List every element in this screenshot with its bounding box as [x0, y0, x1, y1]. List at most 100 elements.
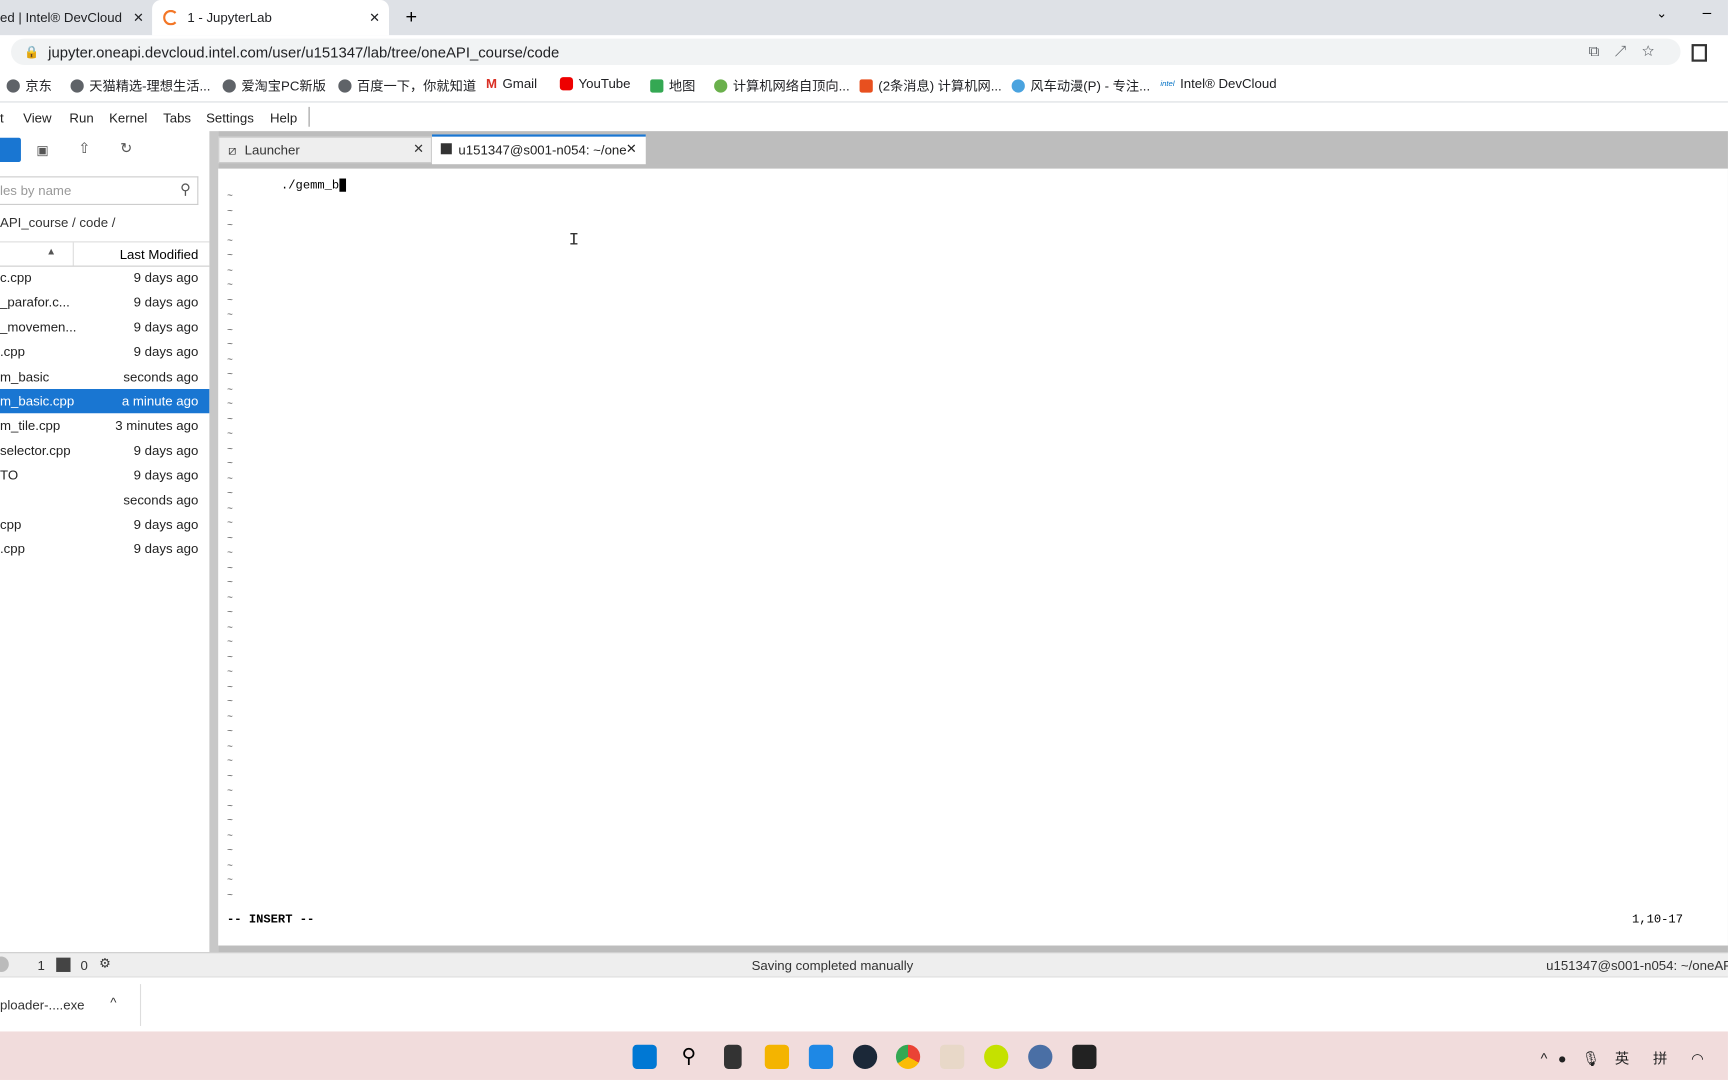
file-modified: seconds ago	[123, 492, 199, 508]
mail-icon[interactable]	[808, 1044, 834, 1069]
ime-mode[interactable]: 拼	[1653, 1050, 1667, 1067]
side-panel-icon[interactable]	[1691, 44, 1707, 62]
bookmark[interactable]: 天猫精选-理想生活...	[70, 76, 210, 95]
vim-empty-line-marker: ~	[227, 681, 233, 693]
browser-tab-devcloud[interactable]: ed | Intel® DevCloud ✕	[0, 0, 149, 35]
search-icon[interactable]: ⚲	[677, 1045, 701, 1069]
file-item[interactable]: seconds ago	[0, 488, 209, 512]
chevron-up-icon[interactable]: ^	[110, 995, 116, 1010]
file-modified: 9 days ago	[133, 294, 199, 311]
file-explorer-icon[interactable]	[764, 1044, 790, 1069]
app-icon[interactable]	[1028, 1044, 1053, 1069]
simple-mode-toggle[interactable]	[0, 956, 9, 972]
vim-empty-line-marker: ~	[227, 190, 233, 202]
translate-share-star-icons[interactable]: ⧉↗☆	[1589, 43, 1670, 61]
bookmark[interactable]: 地图	[650, 76, 695, 95]
download-item[interactable]: ploader-....exe	[0, 997, 85, 1012]
file-item[interactable]: cpp 9 days ago	[0, 512, 209, 536]
file-list-header: ▲ Last Modified	[0, 241, 210, 267]
upload-icon[interactable]: ⇧	[78, 140, 90, 158]
file-item[interactable]: .cpp 9 days ago	[0, 537, 209, 561]
vim-empty-line-marker: ~	[227, 458, 233, 470]
file-name: _movemen...	[0, 319, 77, 335]
file-item[interactable]: _movemen... 9 days ago	[0, 315, 209, 339]
steam-icon[interactable]	[852, 1044, 878, 1069]
menu-edit[interactable]: t	[0, 110, 4, 125]
tab-search-icon[interactable]: ⌄	[1656, 6, 1667, 21]
vim-empty-line-marker: ~	[227, 666, 233, 678]
address-bar[interactable]: 🔒 jupyter.oneapi.devcloud.intel.com/user…	[11, 38, 1681, 66]
tab-terminal[interactable]: u151347@s001-n054: ~/one ✕	[431, 134, 646, 165]
file-item[interactable]: m_basic.cpp a minute ago	[0, 389, 210, 414]
close-icon[interactable]: ✕	[626, 141, 637, 156]
vim-empty-line-marker: ~	[227, 577, 233, 589]
file-item[interactable]: .cpp 9 days ago	[0, 340, 209, 364]
wifi-icon[interactable]: ◠	[1691, 1050, 1704, 1067]
vim-empty-line-marker: ~	[227, 726, 233, 738]
text-cursor-icon: I	[568, 230, 580, 251]
bookmark[interactable]: 风车动漫(P) - 专注...	[1011, 76, 1150, 95]
file-item[interactable]: _parafor.c... 9 days ago	[0, 290, 209, 314]
file-item[interactable]: selector.cpp 9 days ago	[0, 438, 209, 462]
tab-launcher[interactable]: ⧄ Launcher ✕	[218, 136, 432, 164]
bookmark[interactable]: 计算机网络自顶向...	[714, 76, 850, 95]
panel-splitter[interactable]	[209, 131, 219, 953]
file-search-input[interactable]: les by name ⚲	[0, 176, 199, 205]
browser-tab-jupyterlab[interactable]: 1 - JupyterLab ✕	[152, 0, 390, 36]
new-folder-icon[interactable]: ▣	[36, 142, 49, 157]
close-icon[interactable]: ✕	[369, 10, 380, 25]
menu-view[interactable]: View	[23, 110, 51, 125]
file-modified: seconds ago	[123, 368, 199, 385]
bookmark[interactable]: M Gmail	[486, 76, 537, 91]
file-name: m_basic.cpp	[0, 393, 75, 409]
game-icon[interactable]	[940, 1044, 965, 1069]
vim-empty-line-marker: ~	[227, 889, 233, 901]
bookmark[interactable]: YouTube	[559, 76, 631, 91]
file-item[interactable]: m_tile.cpp 3 minutes ago	[0, 414, 209, 438]
wps-icon[interactable]	[1072, 1044, 1097, 1069]
vim-empty-line-marker: ~	[227, 309, 233, 321]
task-view-icon[interactable]	[724, 1044, 742, 1069]
chevron-up-icon[interactable]: ^	[1541, 1050, 1548, 1067]
sort-ascending-icon[interactable]: ▲	[46, 246, 56, 257]
bookmark[interactable]: 百度一下，你就知道	[338, 76, 476, 95]
menu-kernel[interactable]: Kernel	[109, 110, 147, 125]
terminal-vim[interactable]: ./gemm_b ~ ~ ~ ~ ~ ~ ~ ~ ~ ~ ~ ~ ~ ~ ~ ~ ~ ~ ~ ~ ~ ~ ~ ~ ~ ~ ~ ~ ~ ~ ~…	[218, 168, 1728, 946]
cursor	[339, 178, 346, 192]
column-last-modified[interactable]: Last Modified	[120, 247, 199, 262]
microphone-icon[interactable]: 🎙	[1582, 1050, 1600, 1067]
bookmark[interactable]: 爱淘宝PC新版	[222, 76, 326, 95]
chrome-icon[interactable]	[895, 1044, 921, 1069]
vim-empty-line-marker: ~	[227, 354, 233, 366]
tab-title: ed | Intel® DevCloud	[0, 9, 122, 26]
refresh-icon[interactable]: ↻	[120, 140, 132, 158]
close-icon[interactable]: ✕	[413, 141, 424, 156]
bookmark[interactable]: 京东	[6, 76, 52, 95]
new-tab-button[interactable]: +	[406, 6, 418, 29]
close-icon[interactable]: ✕	[133, 10, 144, 25]
menu-run[interactable]: Run	[69, 110, 93, 125]
breadcrumb[interactable]: API_course / code /	[0, 215, 115, 230]
jupyter-menubar: t View Run Kernel Tabs Settings Help	[0, 102, 1728, 131]
menu-tabs[interactable]: Tabs	[163, 110, 191, 125]
vim-empty-line-marker: ~	[227, 517, 233, 529]
app-icon[interactable]	[984, 1044, 1009, 1069]
vim-empty-line-marker: ~	[227, 696, 233, 708]
file-item[interactable]: TO 9 days ago	[0, 463, 209, 487]
menu-help[interactable]: Help	[270, 110, 297, 125]
ime-language[interactable]: 英	[1615, 1050, 1629, 1067]
menu-settings[interactable]: Settings	[206, 110, 254, 125]
minimize-button[interactable]: –	[1703, 3, 1712, 21]
bookmark[interactable]: intel Intel® DevCloud	[1160, 76, 1276, 91]
bookmark[interactable]: (2条消息) 计算机网...	[859, 76, 1002, 95]
start-icon[interactable]	[632, 1044, 657, 1069]
vim-line: ./gemm_b	[281, 178, 346, 193]
vim-empty-line-marker: ~	[227, 860, 233, 872]
terminal-icon	[440, 143, 452, 155]
new-launcher-button[interactable]	[0, 137, 21, 162]
file-item[interactable]: m_basic seconds ago	[0, 364, 209, 388]
file-item[interactable]: c.cpp 9 days ago	[0, 266, 209, 290]
qq-icon[interactable]: ●	[1558, 1050, 1567, 1067]
file-name: _parafor.c...	[0, 294, 70, 311]
vim-empty-line-marker: ~	[227, 220, 233, 232]
